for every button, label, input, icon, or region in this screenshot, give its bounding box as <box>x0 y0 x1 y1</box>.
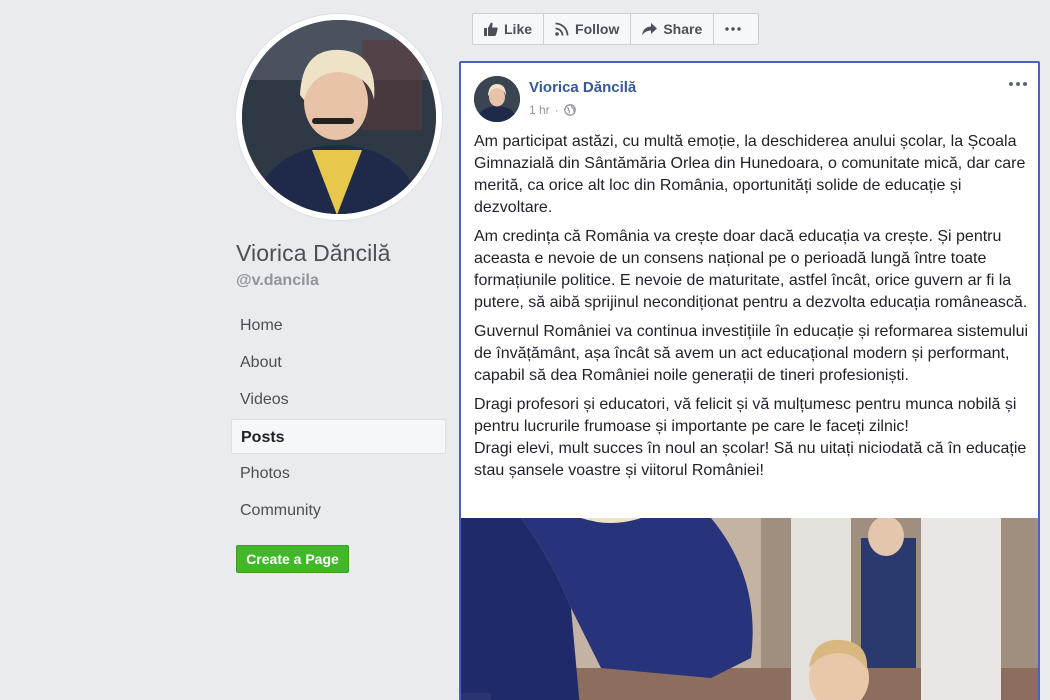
nav-item-about[interactable]: About <box>231 344 446 381</box>
profile-picture[interactable] <box>242 20 436 214</box>
globe-icon[interactable] <box>563 104 576 116</box>
post-body: Am participat astăzi, cu multă emoție, l… <box>474 131 1031 489</box>
share-arrow-icon <box>642 22 658 35</box>
create-page-button[interactable]: Create a Page <box>236 545 349 573</box>
follow-button[interactable]: Follow <box>544 14 632 44</box>
post-paragraph: Am participat astăzi, cu multă emoție, l… <box>474 133 1026 216</box>
profile-picture-frame[interactable] <box>236 14 442 220</box>
page-username[interactable]: @v.dancila <box>236 272 319 290</box>
page-sidebar: Viorica Dăncilă @v.dancila Home About Vi… <box>0 0 458 700</box>
page-action-bar: Like Follow Share <box>472 13 760 45</box>
more-dot <box>1016 82 1020 86</box>
more-dot <box>1023 82 1027 86</box>
author-avatar[interactable] <box>474 76 520 122</box>
page-nav: Home About Videos Posts Photos Community <box>231 307 446 529</box>
post-options-button[interactable] <box>1006 73 1030 95</box>
rss-icon <box>555 22 569 36</box>
thumbs-up-icon <box>484 22 498 36</box>
post-meta: 1 hr · <box>529 103 576 117</box>
post-photo[interactable] <box>461 518 1038 700</box>
post-card: Viorica Dăncilă 1 hr · Am participat ast… <box>459 61 1040 700</box>
more-dot <box>1009 82 1013 86</box>
post-paragraph: Am credința că România va crește doar da… <box>474 228 1028 311</box>
post-paragraph: Dragi profesori și educatori, vă felicit… <box>474 396 1017 435</box>
nav-item-videos[interactable]: Videos <box>231 381 446 418</box>
share-label: Share <box>663 21 703 37</box>
follow-label: Follow <box>575 21 620 37</box>
nav-item-community[interactable]: Community <box>231 492 446 529</box>
nav-item-home[interactable]: Home <box>231 307 446 344</box>
like-button[interactable]: Like <box>473 14 545 44</box>
more-dots-icon <box>725 27 741 31</box>
share-button[interactable]: Share <box>631 14 715 44</box>
post-timestamp[interactable]: 1 hr <box>529 103 550 117</box>
nav-item-posts[interactable]: Posts <box>231 419 446 454</box>
nav-item-photos[interactable]: Photos <box>231 455 446 492</box>
meta-separator: · <box>554 103 559 117</box>
post-author-name[interactable]: Viorica Dăncilă <box>529 79 636 96</box>
post-paragraph: Guvernul României va continua investiții… <box>474 323 1029 384</box>
post-paragraph: Dragi elevi, mult succes în noul an școl… <box>474 440 1027 479</box>
page-title[interactable]: Viorica Dăncilă <box>236 240 390 267</box>
like-label: Like <box>504 21 533 37</box>
more-options-button[interactable] <box>714 14 758 44</box>
